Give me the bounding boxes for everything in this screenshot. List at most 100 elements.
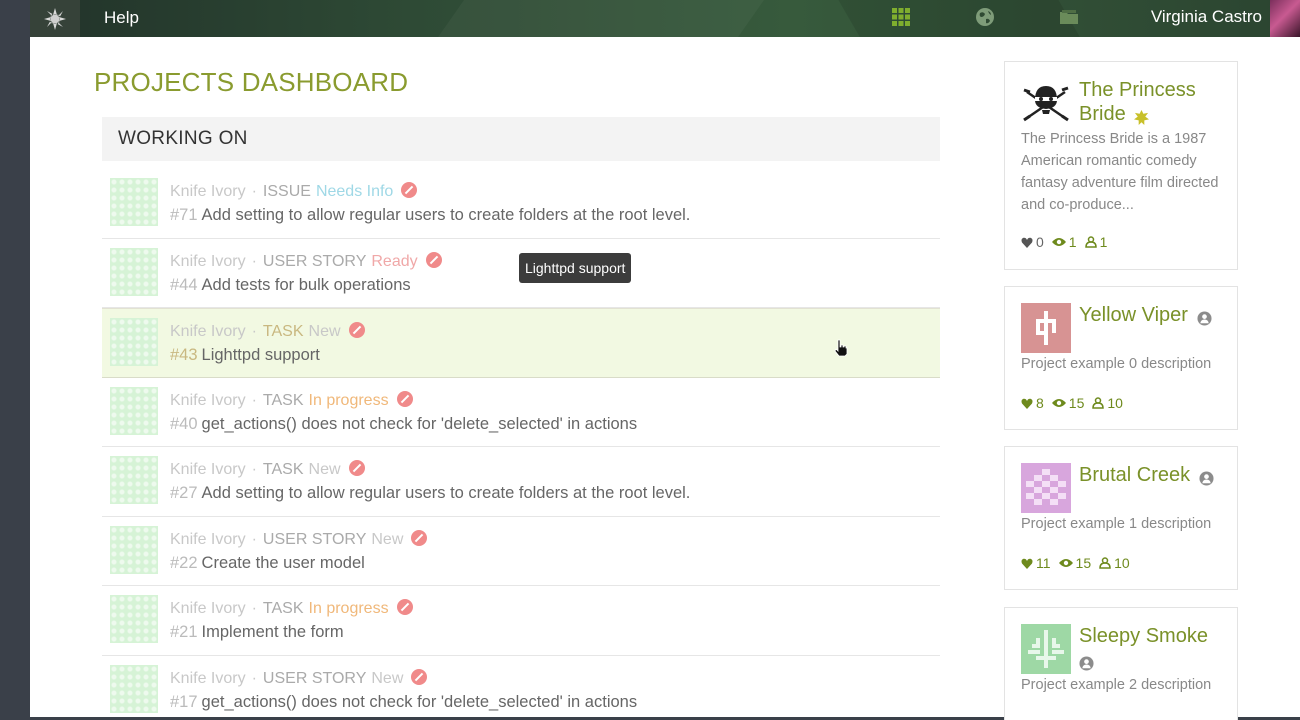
task-title-text[interactable]: get_actions() does not check for 'delete… xyxy=(202,693,638,711)
task-status: Ready xyxy=(371,252,418,270)
pirate-logo-icon xyxy=(1021,78,1071,128)
task-title[interactable]: #40 get_actions() does not check for 'del… xyxy=(170,415,637,434)
help-link[interactable]: Help xyxy=(104,0,139,37)
task-title[interactable]: #44 Add tests for bulk operations xyxy=(170,276,411,295)
task-row[interactable]: Knife Ivory · ISSUE Needs Info #71 Add settin… xyxy=(102,169,940,239)
heart-icon xyxy=(1021,237,1033,248)
task-meta: Knife Ivory · USER STORY New xyxy=(170,668,428,688)
avatar[interactable] xyxy=(1270,0,1300,37)
watchers-count: 1 xyxy=(1068,234,1077,250)
user-name[interactable]: Virginia Castro xyxy=(1151,0,1262,34)
task-row[interactable]: Knife Ivory · TASK In progress #21 Implement … xyxy=(102,586,940,656)
separator: · xyxy=(251,183,257,200)
task-project[interactable]: Knife Ivory xyxy=(170,461,246,479)
task-avatar xyxy=(110,664,158,713)
task-title-text[interactable]: Implement the form xyxy=(202,623,344,641)
task-project[interactable]: Knife Ivory xyxy=(170,531,246,549)
task-meta: Knife Ivory · TASK New xyxy=(170,322,365,341)
project-name[interactable]: Brutal Creek xyxy=(1079,464,1190,486)
task-ref: #22 xyxy=(170,553,198,572)
blocked-icon xyxy=(396,390,413,407)
project-card[interactable]: Brutal Creek Project example 1 descripti… xyxy=(1004,446,1238,590)
task-type: TASK xyxy=(262,600,304,617)
blocked-icon xyxy=(348,460,365,476)
project-stats: 11 15 10 xyxy=(1021,555,1130,571)
project-logo-icon xyxy=(1021,624,1071,674)
blocked-icon xyxy=(411,529,428,546)
task-project[interactable]: Knife Ivory xyxy=(170,183,246,201)
task-status: New xyxy=(308,323,341,340)
separator: · xyxy=(251,530,257,548)
project-stats: 8 15 10 xyxy=(1021,395,1123,411)
task-title[interactable]: #21 Implement the form xyxy=(170,623,344,642)
task-type: USER STORY xyxy=(262,530,367,548)
likes-count: 11 xyxy=(1036,555,1051,571)
task-project[interactable]: Knife Ivory xyxy=(170,323,246,341)
logo-icon[interactable] xyxy=(30,0,80,37)
task-status: New xyxy=(371,669,404,687)
project-name[interactable]: Yellow Viper xyxy=(1079,304,1188,326)
watchers-count: 15 xyxy=(1068,395,1085,411)
task-title[interactable]: #27 Add setting to allow regular users to… xyxy=(170,484,690,503)
blocked-icon xyxy=(401,182,418,198)
task-project[interactable]: Knife Ivory xyxy=(170,670,246,688)
task-row[interactable]: Knife Ivory · TASK New #43 Lighttpd support xyxy=(102,308,940,378)
project-card[interactable]: The Princess Bride The Princess Bride is… xyxy=(1004,61,1238,270)
task-avatar xyxy=(110,247,158,296)
task-row[interactable]: Knife Ivory · USER STORY New #17 get_actions(… xyxy=(102,656,940,720)
heart-icon xyxy=(1021,398,1033,409)
task-title-text[interactable]: Add setting to allow regular users to cr… xyxy=(202,484,691,502)
task-ref: #71 xyxy=(170,206,198,224)
task-avatar xyxy=(110,178,158,226)
task-title-text[interactable]: Add setting to allow regular users to cr… xyxy=(202,206,691,224)
page-title: PROJECTS DASHBOARD xyxy=(94,67,409,97)
task-status: In progress xyxy=(308,600,389,617)
separator: · xyxy=(251,669,257,687)
project-name[interactable]: Sleepy Smoke xyxy=(1079,625,1208,647)
separator: · xyxy=(251,323,257,340)
task-title[interactable]: #22 Create the user model xyxy=(170,554,365,573)
task-title-text[interactable]: Create the user model xyxy=(202,554,365,572)
task-row[interactable]: Knife Ivory · TASK New #27 Add setting to all… xyxy=(102,447,940,517)
members-count: 10 xyxy=(1114,555,1130,571)
project-card[interactable]: Yellow Viper Project example 0 descripti… xyxy=(1004,286,1238,430)
task-meta: Knife Ivory · TASK In progress xyxy=(170,599,413,618)
task-title[interactable]: #43 Lighttpd support xyxy=(170,346,320,365)
eye-icon xyxy=(1058,559,1073,567)
task-title-text[interactable]: get_actions() does not check for 'delete… xyxy=(202,415,638,433)
private-badge-icon xyxy=(1079,653,1094,671)
project-description: Project example 1 description xyxy=(1021,516,1212,532)
task-ref: #17 xyxy=(170,692,198,711)
separator: · xyxy=(251,252,257,270)
task-type: TASK xyxy=(262,323,304,340)
heart-icon xyxy=(1021,558,1033,569)
featured-badge-icon xyxy=(1134,107,1150,126)
eye-icon xyxy=(1051,238,1066,246)
task-project[interactable]: Knife Ivory xyxy=(170,600,246,618)
task-title-text[interactable]: Lighttpd support xyxy=(202,346,320,364)
task-list: Knife Ivory · ISSUE Needs Info #71 Add settin… xyxy=(102,169,940,720)
task-row[interactable]: Knife Ivory · USER STORY New #22 Create the u… xyxy=(102,517,940,586)
task-project[interactable]: Knife Ivory xyxy=(170,253,246,271)
project-card[interactable]: Sleepy Smoke Project example 2 descripti… xyxy=(1004,607,1238,720)
blocked-icon xyxy=(425,251,442,268)
task-title[interactable]: #17 get_actions() does not check for 'del… xyxy=(170,693,637,712)
task-title-text[interactable]: Add tests for bulk operations xyxy=(202,276,411,294)
task-ref: #27 xyxy=(170,484,198,502)
task-row[interactable]: Knife Ivory · TASK In progress #40 get_action… xyxy=(102,378,940,447)
members-icon xyxy=(1099,557,1111,569)
likes-count: 0 xyxy=(1036,234,1044,250)
eye-icon xyxy=(1051,399,1066,407)
task-project[interactable]: Knife Ivory xyxy=(170,392,246,410)
folder-icon[interactable] xyxy=(1058,6,1080,28)
grid-icon[interactable] xyxy=(890,6,912,28)
task-meta: Knife Ivory · ISSUE Needs Info xyxy=(170,182,418,201)
separator: · xyxy=(251,600,257,617)
task-avatar xyxy=(110,595,158,643)
separator: · xyxy=(251,461,257,478)
project-logo-icon xyxy=(1021,463,1071,513)
task-avatar xyxy=(110,456,158,504)
project-description: Project example 0 description xyxy=(1021,356,1212,372)
globe-icon[interactable] xyxy=(974,6,996,28)
task-title[interactable]: #71 Add setting to allow regular users to… xyxy=(170,206,690,225)
